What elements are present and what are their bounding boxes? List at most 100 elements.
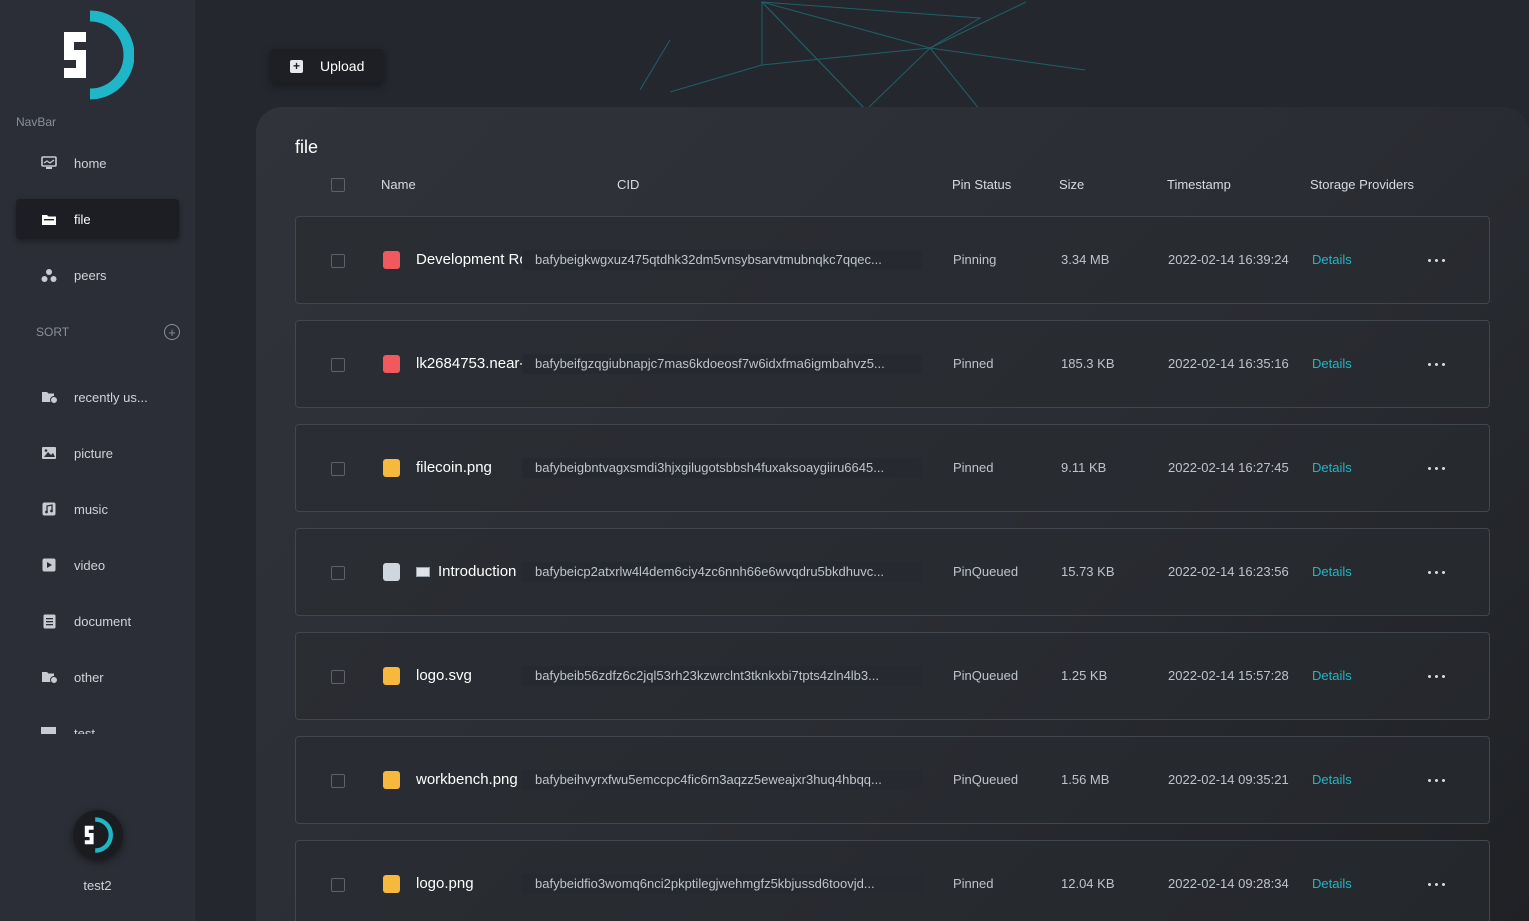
file-name[interactable]: Development Roadmap (416, 251, 524, 269)
sidebar-item-other[interactable]: other (16, 657, 179, 697)
row-checkbox[interactable] (331, 670, 345, 684)
sort-header: SORT + (36, 324, 180, 340)
more-options-icon[interactable] (1416, 253, 1456, 267)
sidebar-item-label: music (74, 501, 108, 517)
sidebar-item-recently-used[interactable]: recently us... (16, 377, 179, 417)
sort-label: SORT (36, 325, 70, 339)
app-logo-icon (64, 10, 134, 100)
sidebar-item-video[interactable]: video (16, 545, 179, 585)
file-cid: bafybeicp2atxrlw4l4dem6ciy4zc6nnh66e6wvq… (522, 562, 922, 582)
file-size: 1.25 KB (1061, 668, 1108, 683)
sidebar: NavBar home file peers SORT + recently u… (0, 0, 195, 921)
thumbnail-icon (416, 567, 430, 577)
file-size: 3.34 MB (1061, 252, 1110, 267)
add-sort-button[interactable]: + (164, 324, 180, 340)
file-cid: bafybeigkwgxuz475qtdhk32dm5vnsybsarvtmub… (522, 250, 922, 270)
pin-status: Pinned (953, 460, 994, 475)
file-timestamp: 2022-02-14 16:35:16 (1168, 356, 1289, 371)
peers-icon (40, 266, 58, 284)
folder-icon (40, 210, 58, 228)
navbar-label: NavBar (16, 115, 57, 129)
network-decoration-icon (640, 1, 1086, 110)
details-link[interactable]: Details (1312, 668, 1352, 683)
sidebar-item-home[interactable]: home (16, 143, 179, 183)
pin-status: Pinning (953, 252, 997, 267)
pin-status: PinQueued (953, 668, 1019, 683)
row-checkbox[interactable] (331, 774, 345, 788)
pdf-file-icon (383, 355, 400, 373)
file-timestamp: 2022-02-14 09:35:21 (1168, 772, 1289, 787)
page-title: file (295, 137, 319, 157)
row-checkbox[interactable] (331, 566, 345, 580)
file-name[interactable]: workbench.png (416, 771, 524, 789)
table-row[interactable]: logo.png bafybeidfio3womq6nci2pkptilegjw… (295, 840, 1490, 921)
file-cid: bafybeidfio3womq6nci2pkptilegjwehmgfz5kb… (522, 874, 922, 894)
more-options-icon[interactable] (1416, 877, 1456, 891)
file-cid: bafybeib56zdfz6c2jql53rh23kzwrclnt3tknkx… (522, 666, 922, 686)
music-icon (40, 500, 58, 518)
image-icon (40, 444, 58, 462)
sidebar-item-label: file (74, 211, 91, 227)
folder-other-icon (40, 668, 58, 686)
upload-button[interactable]: + Upload (270, 49, 384, 83)
folder-icon (40, 722, 57, 734)
details-link[interactable]: Details (1312, 356, 1352, 371)
details-link[interactable]: Details (1312, 772, 1352, 787)
file-timestamp: 2022-02-14 16:27:45 (1168, 460, 1289, 475)
details-link[interactable]: Details (1312, 252, 1352, 267)
row-checkbox[interactable] (331, 254, 345, 268)
table-row[interactable]: Development Roadmap bafybeigkwgxuz475qtd… (295, 216, 1490, 304)
file-panel: file Name CID Pin Status Size Timestamp … (256, 107, 1529, 921)
column-size[interactable]: Size (1059, 177, 1084, 192)
more-options-icon[interactable] (1416, 669, 1456, 683)
sidebar-item-peers[interactable]: peers (16, 255, 179, 295)
play-icon (40, 556, 58, 574)
sidebar-item-music[interactable]: music (16, 489, 179, 529)
table-row[interactable]: logo.svg bafybeib56zdfz6c2jql53rh23kzwrc… (295, 632, 1490, 720)
file-timestamp: 2022-02-14 16:39:24 (1168, 252, 1289, 267)
file-name[interactable]: logo.svg (416, 667, 524, 685)
username: test2 (83, 878, 112, 893)
row-checkbox[interactable] (331, 358, 345, 372)
image-file-icon (383, 771, 400, 789)
image-file-icon (383, 875, 400, 893)
file-name: Introduction (438, 563, 517, 580)
column-storage-providers[interactable]: Storage Providers (1310, 177, 1414, 192)
column-timestamp[interactable]: Timestamp (1167, 177, 1231, 192)
column-cid[interactable]: CID (617, 177, 639, 192)
file-name[interactable]: lk2684753.near- (416, 355, 524, 373)
sidebar-item-document[interactable]: document (16, 601, 179, 641)
file-name[interactable]: logo.png (416, 875, 524, 893)
table-row[interactable]: filecoin.png bafybeigbntvagxsmdi3hjxgilu… (295, 424, 1490, 512)
details-link[interactable]: Details (1312, 460, 1352, 475)
image-file-icon (383, 667, 400, 685)
column-name[interactable]: Name (381, 177, 416, 192)
file-timestamp: 2022-02-14 15:57:28 (1168, 668, 1289, 683)
image-file-icon (383, 459, 400, 477)
file-cid: bafybeihvyrxfwu5emccpc4fic6rn3aqzz5eweaj… (522, 770, 922, 790)
more-options-icon[interactable] (1416, 565, 1456, 579)
column-pin-status[interactable]: Pin Status (952, 177, 1011, 192)
table-row[interactable]: lk2684753.near- bafybeifgzqgiubnapjc7mas… (295, 320, 1490, 408)
details-link[interactable]: Details (1312, 564, 1352, 579)
sidebar-item-test[interactable]: test (40, 722, 180, 734)
table-row[interactable]: workbench.png bafybeihvyrxfwu5emccpc4fic… (295, 736, 1490, 824)
upload-label: Upload (320, 58, 365, 74)
select-all-checkbox[interactable] (331, 178, 345, 192)
more-options-icon[interactable] (1416, 773, 1456, 787)
file-name[interactable]: filecoin.png (416, 459, 524, 477)
avatar[interactable] (73, 810, 123, 860)
file-name-wrapper[interactable]: Introduction (416, 563, 526, 581)
sidebar-item-picture[interactable]: picture (16, 433, 179, 473)
row-checkbox[interactable] (331, 462, 345, 476)
pin-status: PinQueued (953, 772, 1019, 787)
file-timestamp: 2022-02-14 09:28:34 (1168, 876, 1289, 891)
details-link[interactable]: Details (1312, 876, 1352, 891)
more-options-icon[interactable] (1416, 357, 1456, 371)
file-size: 15.73 KB (1061, 564, 1115, 579)
monitor-icon (40, 154, 58, 172)
more-options-icon[interactable] (1416, 461, 1456, 475)
sidebar-item-file[interactable]: file (16, 199, 179, 239)
table-row[interactable]: Introduction bafybeicp2atxrlw4l4dem6ciy4… (295, 528, 1490, 616)
row-checkbox[interactable] (331, 878, 345, 892)
